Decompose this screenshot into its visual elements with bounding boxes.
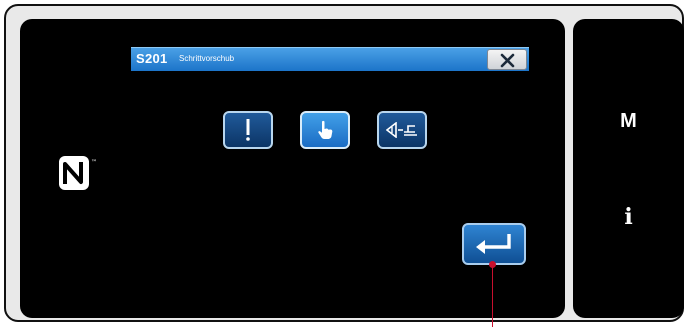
side-panel: M i xyxy=(573,19,684,318)
nfc-icon: ™ xyxy=(59,156,97,190)
dialog-title: Schrittvorschub xyxy=(179,54,235,63)
dialog-titlebar: S201 Schrittvorschub xyxy=(131,47,529,71)
enter-icon xyxy=(476,234,511,254)
needle-icon xyxy=(246,119,250,141)
enter-button[interactable] xyxy=(462,223,526,265)
close-icon xyxy=(500,53,515,68)
callout-line xyxy=(492,264,493,327)
mode-key[interactable]: M xyxy=(573,110,684,133)
manual-step-button[interactable] xyxy=(300,111,350,149)
svg-text:™: ™ xyxy=(91,159,97,166)
needle-mode-button[interactable] xyxy=(223,111,273,149)
step-feed-dialog: S201 Schrittvorschub xyxy=(131,47,529,269)
hand-pointer-icon xyxy=(318,120,333,139)
close-button[interactable] xyxy=(487,49,527,70)
feed-step-button[interactable] xyxy=(377,111,427,149)
info-key[interactable]: i xyxy=(573,204,684,230)
screen-code: S201 xyxy=(136,51,168,66)
feed-step-icon xyxy=(386,122,417,138)
callout-marker xyxy=(489,261,496,268)
